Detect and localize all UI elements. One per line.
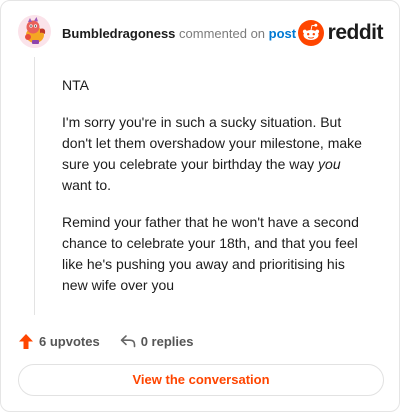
upvote-count: 6 upvotes <box>39 333 100 349</box>
avatar[interactable] <box>18 15 51 48</box>
reddit-logo-icon <box>297 20 324 46</box>
view-conversation-button[interactable]: View the conversation <box>18 364 384 396</box>
upvote-button[interactable]: 6 upvotes <box>18 333 100 350</box>
reddit-wordmark: reddit <box>327 21 384 44</box>
comment-actions: 6 upvotes 0 replies <box>18 331 193 351</box>
reddit-brand[interactable]: reddit <box>297 20 384 46</box>
comment-header: Bumbledragoness commented on post reddit <box>18 15 384 53</box>
comment-paragraph-tail: want to. <box>62 177 112 193</box>
username-link[interactable]: Bumbledragoness <box>62 26 175 41</box>
commented-on-text: commented on <box>179 26 266 41</box>
avatar-icon <box>18 15 51 48</box>
comment-meta: Bumbledragoness commented on post <box>62 26 296 42</box>
reply-icon <box>120 335 135 348</box>
comment-emphasis: you <box>318 156 341 172</box>
comment-body: NTA I'm sorry you're in such a sucky sit… <box>62 75 368 312</box>
comment-paragraph-text: I'm sorry you're in such a sucky situati… <box>62 114 362 172</box>
reply-count: 0 replies <box>140 333 194 349</box>
comment-paragraph: NTA <box>62 77 89 93</box>
upvote-arrow-icon <box>19 333 33 349</box>
reply-button[interactable]: 0 replies <box>120 333 194 349</box>
comment-paragraph: I'm sorry you're in such a sucky situati… <box>62 112 368 196</box>
post-link[interactable]: post <box>269 26 296 41</box>
comment-paragraph: Remind your father that he won't have a … <box>62 214 359 293</box>
comment-card: Bumbledragoness commented on post reddit… <box>0 0 400 412</box>
thread-line <box>34 57 35 315</box>
